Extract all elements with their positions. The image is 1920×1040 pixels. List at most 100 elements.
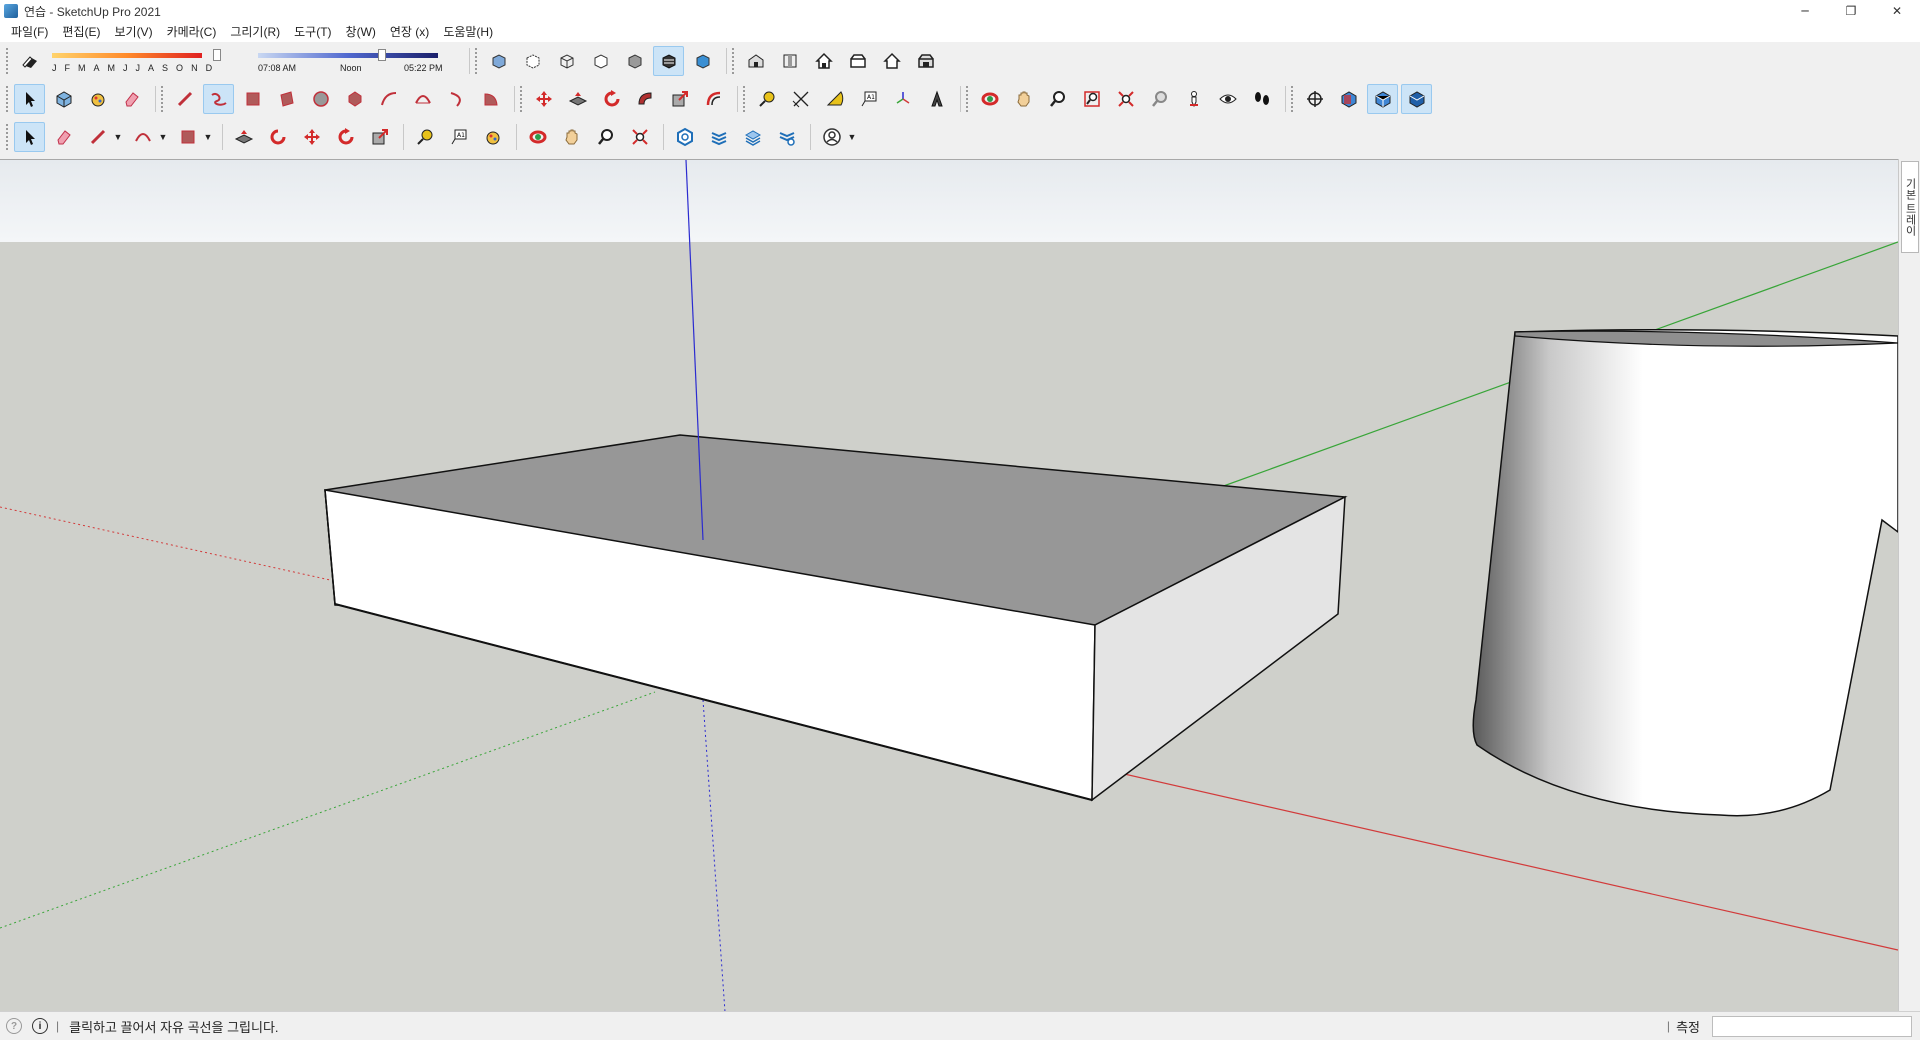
menu-edit[interactable]: 편집(E) [55,22,107,42]
shaded-icon[interactable] [619,46,650,76]
select-icon[interactable] [14,122,45,152]
make-component-icon[interactable] [48,84,79,114]
toolbar-grip[interactable] [1291,86,1295,112]
toolbar-grip[interactable] [966,86,970,112]
pan-icon[interactable] [556,122,587,152]
minimize-button[interactable]: ─ [1782,0,1828,22]
account-dropdown-chevron-icon[interactable]: ▼ [847,132,857,142]
position-camera-icon[interactable] [1178,84,1209,114]
back-edges-icon[interactable] [517,46,548,76]
instructor-info-icon[interactable]: i [32,1018,48,1034]
line-icon[interactable] [169,84,200,114]
zoom-icon[interactable] [590,122,621,152]
extension-manager-icon[interactable] [771,122,802,152]
iso-view-icon[interactable] [740,46,771,76]
maximize-button[interactable]: ❐ [1828,0,1874,22]
follow-me-icon[interactable] [262,122,293,152]
month-slider[interactable]: JFMAMJJASOND [48,47,248,75]
scale-icon[interactable] [664,84,695,114]
arc-dropdown-chevron-icon[interactable]: ▼ [158,132,168,142]
scale-icon[interactable] [364,122,395,152]
tape-measure-icon[interactable] [751,84,782,114]
eraser-icon[interactable] [48,122,79,152]
rotate-icon[interactable] [596,84,627,114]
account-icon[interactable] [816,122,847,152]
zoom-icon[interactable] [1042,84,1073,114]
toolbar-grip[interactable] [6,124,10,150]
right-view-icon[interactable] [842,46,873,76]
menu-tools[interactable]: 도구(T) [287,22,338,42]
3d-text-icon[interactable] [921,84,952,114]
move-icon[interactable] [296,122,327,152]
measurements-input[interactable] [1712,1016,1912,1037]
menu-draw[interactable]: 그리기(R) [223,22,287,42]
three-point-arc-icon[interactable] [441,84,472,114]
rotated-rectangle-icon[interactable] [271,84,302,114]
back-view-icon[interactable] [876,46,907,76]
protractor-icon[interactable] [819,84,850,114]
walk-icon[interactable] [1246,84,1277,114]
shadows-toggle-icon[interactable] [14,46,45,76]
orbit-icon[interactable] [974,84,1005,114]
menu-view[interactable]: 보기(V) [107,22,159,42]
paint-bucket-icon[interactable] [82,84,113,114]
move-icon[interactable] [528,84,559,114]
display-section-cuts-icon[interactable] [1367,84,1398,114]
menu-help[interactable]: 도움말(H) [436,22,500,42]
offset-icon[interactable] [698,84,729,114]
previous-view-icon[interactable] [1144,84,1175,114]
push-pull-icon[interactable] [228,122,259,152]
wireframe-icon[interactable] [551,46,582,76]
polygon-icon[interactable] [339,84,370,114]
zoom-window-icon[interactable] [1076,84,1107,114]
tape-measure-icon[interactable] [409,122,440,152]
look-around-icon[interactable] [1212,84,1243,114]
pan-icon[interactable] [1008,84,1039,114]
arc-icon[interactable] [127,122,158,152]
two-point-arc-icon[interactable] [407,84,438,114]
arc-icon[interactable] [373,84,404,114]
time-slider-handle[interactable] [378,49,386,61]
toolbar-grip[interactable] [520,86,524,112]
menu-camera[interactable]: 카메라(C) [160,22,224,42]
time-slider[interactable]: 07:08 AM Noon 05:22 PM [254,47,464,75]
freehand-icon[interactable] [203,84,234,114]
monochrome-icon[interactable] [687,46,718,76]
hidden-line-icon[interactable] [585,46,616,76]
toolbar-grip[interactable] [6,86,10,112]
line-icon[interactable] [82,122,113,152]
extension-warehouse-icon[interactable] [703,122,734,152]
cylinder-body[interactable] [1472,329,1898,817]
3d-warehouse-icon[interactable] [669,122,700,152]
month-slider-handle[interactable] [213,49,221,61]
circle-icon[interactable] [305,84,336,114]
zoom-extents-icon[interactable] [624,122,655,152]
pie-icon[interactable] [475,84,506,114]
text-icon[interactable]: A1 [443,122,474,152]
axes-icon[interactable] [887,84,918,114]
toolbar-grip[interactable] [161,86,165,112]
zoom-extents-icon[interactable] [1110,84,1141,114]
follow-me-icon[interactable] [630,84,661,114]
rectangle-icon[interactable] [237,84,268,114]
shape-icon[interactable] [172,122,203,152]
display-section-planes-icon[interactable] [1333,84,1364,114]
default-tray-tab[interactable]: 기본 트레이 [1901,161,1919,253]
layout-icon[interactable] [737,122,768,152]
toolbar-grip[interactable] [743,86,747,112]
rotate-icon[interactable] [330,122,361,152]
eraser-icon[interactable] [116,84,147,114]
paint-bucket-icon[interactable] [477,122,508,152]
text-icon[interactable]: A1 [853,84,884,114]
left-view-icon[interactable] [910,46,941,76]
xray-icon[interactable] [483,46,514,76]
drawing-viewport[interactable] [0,159,1898,1011]
menu-file[interactable]: 파일(F) [4,22,55,42]
close-button[interactable]: ✕ [1874,0,1920,22]
toolbar-grip[interactable] [6,48,10,74]
dimension-icon[interactable] [785,84,816,114]
geo-location-icon[interactable]: ? [6,1018,22,1034]
display-section-fill-icon[interactable] [1401,84,1432,114]
section-plane-icon[interactable] [1299,84,1330,114]
select-icon[interactable] [14,84,45,114]
